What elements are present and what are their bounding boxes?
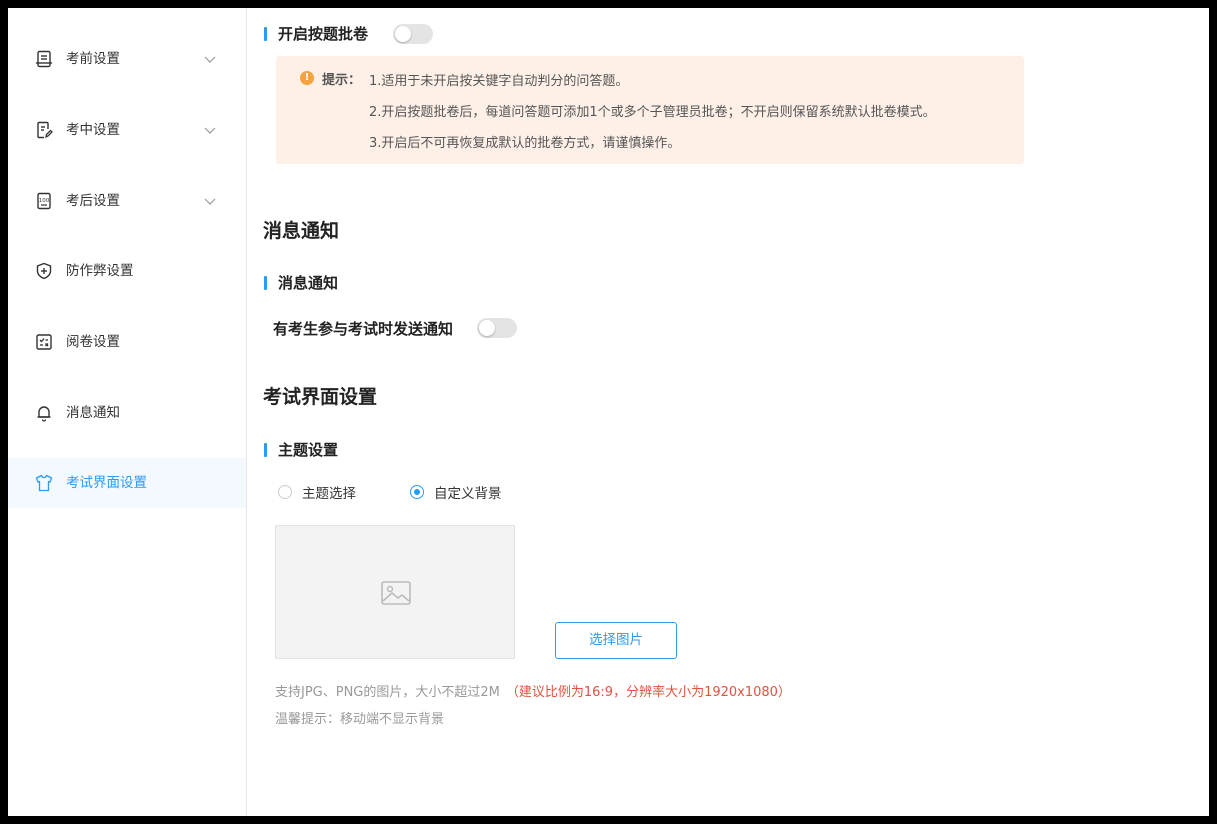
sidebar-item-label: 考后设置 xyxy=(66,193,120,209)
tip-line: 3.开启后不可再恢复成默认的批卷方式，请谨慎操作。 xyxy=(369,136,681,151)
background-preview[interactable] xyxy=(275,525,515,659)
section-title-notify: 消息通知 xyxy=(263,220,340,242)
radio-theme-select[interactable]: 主题选择 xyxy=(278,482,356,502)
sidebar-item-label: 考中设置 xyxy=(66,122,120,138)
grading-icon xyxy=(36,334,52,350)
app-window: 考前设置 考中设置 100 考后设置 防作弊设置 阅卷设置 消息通知 考试界面设… xyxy=(8,8,1209,816)
radio-label: 自定义背景 xyxy=(434,486,502,502)
subsection-title-theme: 主题设置 xyxy=(264,440,338,460)
radio-label: 主题选择 xyxy=(302,486,356,502)
sidebar-item-label: 阅卷设置 xyxy=(66,334,120,350)
document-list-icon xyxy=(36,50,52,68)
tshirt-icon xyxy=(35,474,53,492)
section-title-exam-ui: 考试界面设置 xyxy=(263,386,378,408)
bell-icon xyxy=(37,406,51,422)
subsection-title-notify: 消息通知 xyxy=(264,273,338,293)
toggle-knob xyxy=(395,26,411,42)
document-edit-icon xyxy=(37,121,53,139)
toggle-knob xyxy=(479,320,495,336)
choose-image-button[interactable]: 选择图片 xyxy=(555,622,677,659)
notify-toggle-label: 有考生参与考试时发送通知 xyxy=(273,320,454,338)
grading-by-question-toggle[interactable] xyxy=(393,24,433,44)
upload-hint-text: 支持JPG、PNG的图片，大小不超过2M xyxy=(275,685,500,700)
sidebar-item-notify[interactable]: 消息通知 xyxy=(8,388,246,438)
chevron-down-icon xyxy=(204,198,216,205)
svg-text:100: 100 xyxy=(39,198,50,204)
upload-hint: 支持JPG、PNG的图片，大小不超过2M （建议比例为16:9，分辨率大小为192… xyxy=(275,681,791,700)
sidebar-item-post-exam[interactable]: 100 考后设置 xyxy=(8,176,246,226)
tip-line: 1.适用于未开启按关键字自动判分的问答题。 xyxy=(369,74,629,89)
sidebar-item-label: 考前设置 xyxy=(66,51,120,67)
grading-toggle-label: 开启按题批卷 xyxy=(264,24,368,44)
sidebar-item-during-exam[interactable]: 考中设置 xyxy=(8,105,246,155)
score-sheet-icon: 100 xyxy=(37,192,51,210)
sidebar-item-label: 考试界面设置 xyxy=(66,475,147,491)
sidebar-item-grading[interactable]: 阅卷设置 xyxy=(8,317,246,367)
radio-circle xyxy=(278,485,292,499)
notify-toggle[interactable] xyxy=(477,318,517,338)
sidebar-item-anti-cheat[interactable]: 防作弊设置 xyxy=(8,246,246,296)
tip-line: 2.开启按题批卷后，每道问答题可添加1个或多个子管理员批卷；不开启则保留系统默认… xyxy=(369,105,936,120)
chevron-down-icon xyxy=(204,56,216,63)
main-content: 开启按题批卷 ! 提示： 1.适用于未开启按关键字自动判分的问答题。 2.开启按… xyxy=(248,8,1209,816)
upload-hint-warning: （建议比例为16:9，分辨率大小为1920x1080） xyxy=(505,685,791,700)
sidebar-item-exam-ui[interactable]: 考试界面设置 xyxy=(8,458,246,508)
sidebar-item-label: 消息通知 xyxy=(66,405,120,421)
warning-icon: ! xyxy=(300,71,314,85)
sidebar: 考前设置 考中设置 100 考后设置 防作弊设置 阅卷设置 消息通知 考试界面设… xyxy=(8,8,247,816)
image-placeholder-icon xyxy=(381,581,411,605)
tip-label: 提示： xyxy=(322,73,362,88)
chevron-down-icon xyxy=(204,127,216,134)
sidebar-item-pre-exam[interactable]: 考前设置 xyxy=(8,34,246,84)
sidebar-item-label: 防作弊设置 xyxy=(66,263,134,279)
tip-box: ! 提示： 1.适用于未开启按关键字自动判分的问答题。 2.开启按题批卷后，每道… xyxy=(276,56,1024,164)
radio-circle xyxy=(410,485,424,499)
radio-custom-background[interactable]: 自定义背景 xyxy=(410,482,502,502)
mobile-tip: 温馨提示：移动端不显示背景 xyxy=(275,712,445,727)
shield-plus-icon xyxy=(36,262,52,280)
